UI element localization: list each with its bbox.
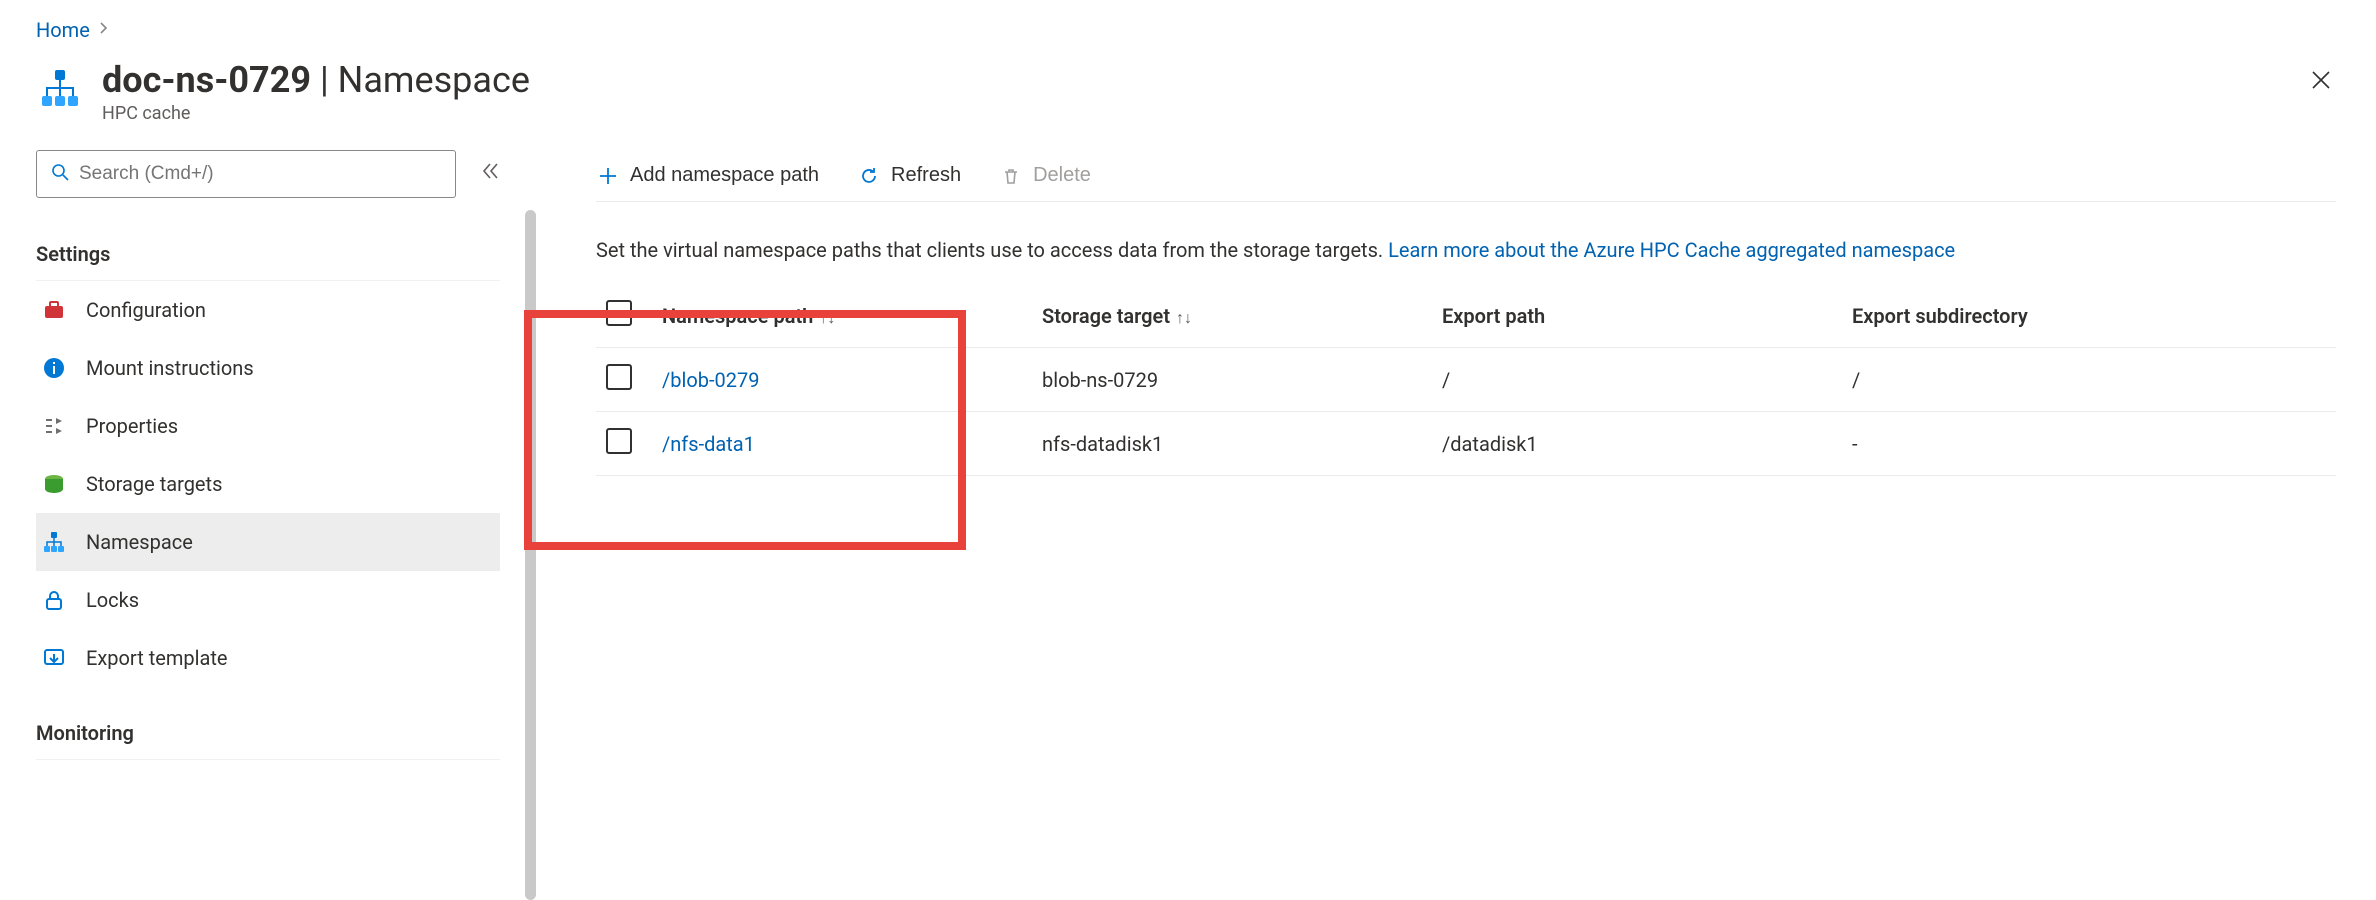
chevron-double-left-icon bbox=[480, 164, 500, 186]
toolbar-label: Delete bbox=[1033, 164, 1091, 187]
sidebar-item-label: Locks bbox=[86, 588, 139, 612]
storage-target-cell: blob-ns-0729 bbox=[1032, 348, 1432, 412]
description: Set the virtual namespace paths that cli… bbox=[596, 236, 2336, 264]
sidebar-item-mount-instructions[interactable]: Mount instructions bbox=[36, 339, 500, 397]
sidebar-section-settings: Settings bbox=[36, 232, 500, 281]
delete-button: Delete bbox=[999, 164, 1091, 188]
table-row[interactable]: /blob-0279 blob-ns-0729 / / bbox=[596, 348, 2336, 412]
namespace-path-link[interactable]: /nfs-data1 bbox=[652, 412, 1032, 476]
description-text: Set the virtual namespace paths that cli… bbox=[596, 238, 1388, 262]
page-name: Namespace bbox=[338, 59, 530, 101]
sidebar-item-properties[interactable]: Properties bbox=[36, 397, 500, 455]
sidebar-item-label: Namespace bbox=[86, 530, 193, 554]
toolbar-label: Refresh bbox=[891, 164, 961, 187]
page-title: doc-ns-0729 | Namespace bbox=[102, 60, 2282, 101]
sort-icon: ↑↓ bbox=[1176, 308, 1192, 327]
namespace-icon bbox=[40, 528, 68, 556]
toolbar: Add namespace path Refresh Delete bbox=[596, 150, 2336, 202]
sidebar-item-storage-targets[interactable]: Storage targets bbox=[36, 455, 500, 513]
add-namespace-path-button[interactable]: Add namespace path bbox=[596, 164, 819, 188]
resource-name: doc-ns-0729 bbox=[102, 59, 311, 101]
col-namespace-path[interactable]: Namespace path↑↓ bbox=[652, 284, 1032, 348]
sidebar-item-label: Properties bbox=[86, 414, 178, 438]
export-subdir-cell: - bbox=[1842, 412, 2336, 476]
sidebar-item-label: Mount instructions bbox=[86, 356, 254, 380]
toolbox-icon bbox=[40, 296, 68, 324]
search-input[interactable] bbox=[79, 163, 441, 185]
plus-icon bbox=[596, 164, 620, 188]
resource-type: HPC cache bbox=[102, 103, 2282, 124]
refresh-icon bbox=[857, 164, 881, 188]
sidebar-section-monitoring: Monitoring bbox=[36, 711, 500, 760]
sidebar-item-export-template[interactable]: Export template bbox=[36, 629, 500, 687]
properties-icon bbox=[40, 412, 68, 440]
sidebar-item-label: Export template bbox=[86, 646, 228, 670]
select-all-header[interactable] bbox=[596, 284, 652, 348]
breadcrumb-home[interactable]: Home bbox=[36, 18, 90, 42]
search-box[interactable] bbox=[36, 150, 456, 198]
sidebar-item-label: Configuration bbox=[86, 298, 206, 322]
breadcrumb: Home bbox=[36, 18, 2336, 42]
close-button[interactable] bbox=[2300, 60, 2342, 104]
sidebar-item-label: Storage targets bbox=[86, 472, 222, 496]
page-header: doc-ns-0729 | Namespace HPC cache bbox=[36, 60, 2336, 124]
export-path-cell: / bbox=[1432, 348, 1842, 412]
col-export-path[interactable]: Export path bbox=[1432, 284, 1842, 348]
learn-more-link[interactable]: Learn more about the Azure HPC Cache agg… bbox=[1388, 238, 1955, 262]
sidebar: Settings Configuration Mount instruction… bbox=[36, 150, 536, 900]
export-subdir-cell: / bbox=[1842, 348, 2336, 412]
col-storage-target[interactable]: Storage target↑↓ bbox=[1032, 284, 1432, 348]
toolbar-label: Add namespace path bbox=[630, 164, 819, 187]
sort-icon: ↑↓ bbox=[819, 308, 835, 327]
sidebar-item-namespace[interactable]: Namespace bbox=[36, 513, 500, 571]
namespace-path-link[interactable]: /blob-0279 bbox=[652, 348, 1032, 412]
sidebar-item-configuration[interactable]: Configuration bbox=[36, 281, 500, 339]
lock-icon bbox=[40, 586, 68, 614]
checkbox-icon[interactable] bbox=[606, 364, 632, 390]
table-row[interactable]: /nfs-data1 nfs-datadisk1 /datadisk1 - bbox=[596, 412, 2336, 476]
title-separator: | bbox=[311, 59, 338, 101]
close-icon bbox=[2310, 69, 2332, 91]
chevron-right-icon bbox=[98, 22, 110, 38]
sidebar-scrollbar[interactable] bbox=[525, 210, 536, 900]
checkbox-icon[interactable] bbox=[606, 300, 632, 326]
row-checkbox-cell[interactable] bbox=[596, 412, 652, 476]
trash-icon bbox=[999, 164, 1023, 188]
row-checkbox-cell[interactable] bbox=[596, 348, 652, 412]
export-icon bbox=[40, 644, 68, 672]
search-icon bbox=[51, 163, 69, 185]
storage-target-cell: nfs-datadisk1 bbox=[1032, 412, 1432, 476]
namespace-table: Namespace path↑↓ Storage target↑↓ Export… bbox=[596, 284, 2336, 476]
table-header-row: Namespace path↑↓ Storage target↑↓ Export… bbox=[596, 284, 2336, 348]
checkbox-icon[interactable] bbox=[606, 428, 632, 454]
info-icon bbox=[40, 354, 68, 382]
main-content: Add namespace path Refresh Delete S bbox=[536, 150, 2336, 900]
refresh-button[interactable]: Refresh bbox=[857, 164, 961, 188]
sidebar-item-locks[interactable]: Locks bbox=[36, 571, 500, 629]
export-path-cell: /datadisk1 bbox=[1432, 412, 1842, 476]
storage-icon bbox=[40, 470, 68, 498]
collapse-sidebar-button[interactable] bbox=[480, 161, 500, 187]
col-export-subdir[interactable]: Export subdirectory bbox=[1842, 284, 2336, 348]
namespace-resource-icon bbox=[36, 64, 84, 112]
